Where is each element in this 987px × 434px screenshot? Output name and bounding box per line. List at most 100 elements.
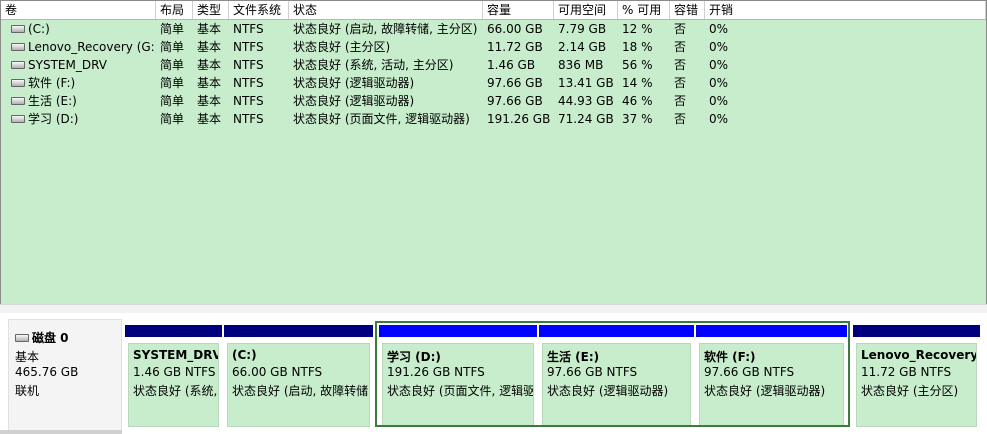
- volume-filesystem: NTFS: [233, 94, 264, 108]
- volume-percent-free: 46 %: [622, 94, 653, 108]
- volume-filesystem: NTFS: [233, 76, 264, 90]
- volume-capacity: 1.46 GB: [487, 58, 536, 72]
- horizontal-scrollbar[interactable]: [0, 430, 122, 434]
- partition-name: (C:): [232, 348, 257, 362]
- volume-name: 软件 (F:): [28, 76, 76, 90]
- partition-name: SYSTEM_DRV: [133, 348, 219, 362]
- volume-capacity: 97.66 GB: [487, 94, 543, 108]
- drive-icon: [11, 96, 25, 105]
- disk-icon: [15, 333, 29, 342]
- volume-capacity: 191.26 GB: [487, 112, 551, 126]
- volume-layout: 简单: [160, 40, 185, 54]
- volume-free-space: 13.41 GB: [558, 76, 614, 90]
- volume-filesystem: NTFS: [233, 22, 264, 36]
- volume-type: 基本: [197, 58, 222, 72]
- volume-status: 状态良好 (逻辑驱动器): [293, 94, 415, 108]
- column-header-free-space[interactable]: 可用空间: [554, 1, 618, 19]
- disk-label[interactable]: 磁盘 0 基本 465.76 GB 联机: [8, 319, 122, 431]
- volume-filesystem: NTFS: [233, 40, 264, 54]
- volume-status: 状态良好 (逻辑驱动器): [293, 76, 415, 90]
- column-header-overhead[interactable]: 开销: [705, 1, 986, 19]
- drive-icon: [11, 24, 25, 33]
- volume-layout: 简单: [160, 94, 185, 108]
- table-row[interactable]: 软件 (F:) 简单 基本 NTFS 状态良好 (逻辑驱动器) 97.66 GB…: [1, 74, 986, 92]
- volume-list: 卷 布局 类型 文件系统 状态 容量 可用空间 % 可用 容错 开销 (C:) …: [0, 0, 987, 305]
- volume-name: SYSTEM_DRV: [28, 58, 107, 72]
- partition-size: 11.72 GB NTFS: [861, 365, 952, 379]
- volume-filesystem: NTFS: [233, 58, 264, 72]
- volume-type: 基本: [197, 22, 222, 36]
- volume-percent-free: 14 %: [622, 76, 653, 90]
- volume-status: 状态良好 (主分区): [293, 40, 391, 54]
- table-row[interactable]: 学习 (D:) 简单 基本 NTFS 状态良好 (页面文件, 逻辑驱动器) 19…: [1, 110, 986, 128]
- volume-overhead: 0%: [709, 58, 729, 72]
- volume-fault-tolerance: 否: [674, 94, 687, 108]
- partition-c[interactable]: (C:) 66.00 GB NTFS 状态良好 (启动, 故障转储, 主分区): [224, 325, 373, 430]
- volume-overhead: 0%: [709, 112, 729, 126]
- column-header-percent-free[interactable]: % 可用: [618, 1, 670, 19]
- table-row[interactable]: SYSTEM_DRV 简单 基本 NTFS 状态良好 (系统, 活动, 主分区)…: [1, 56, 986, 74]
- partition-bar: [224, 325, 373, 337]
- volume-capacity: 66.00 GB: [487, 22, 543, 36]
- partition-status: 状态良好 (主分区): [861, 384, 959, 398]
- volume-fault-tolerance: 否: [674, 76, 687, 90]
- volume-free-space: 44.93 GB: [558, 94, 614, 108]
- disk-type: 基本: [15, 350, 40, 364]
- volume-layout: 简单: [160, 58, 185, 72]
- table-row[interactable]: 生活 (E:) 简单 基本 NTFS 状态良好 (逻辑驱动器) 97.66 GB…: [1, 92, 986, 110]
- volume-type: 基本: [197, 112, 222, 126]
- partition-status: 状态良好 (系统, 活动, 主分区): [133, 384, 218, 398]
- partition-bar: [125, 325, 222, 337]
- volume-status: 状态良好 (页面文件, 逻辑驱动器): [293, 112, 470, 126]
- volume-name: 学习 (D:): [28, 112, 79, 126]
- volume-name: 生活 (E:): [28, 94, 77, 108]
- volume-overhead: 0%: [709, 22, 729, 36]
- volume-overhead: 0%: [709, 40, 729, 54]
- disk-size: 465.76 GB: [15, 365, 79, 379]
- drive-icon: [11, 78, 25, 87]
- volume-free-space: 7.79 GB: [558, 22, 607, 36]
- partition-system-drv[interactable]: SYSTEM_DRV 1.46 GB NTFS 状态良好 (系统, 活动, 主分…: [125, 325, 222, 430]
- column-header-fault-tolerance[interactable]: 容错: [670, 1, 705, 19]
- volume-capacity: 11.72 GB: [487, 40, 543, 54]
- volume-layout: 简单: [160, 76, 185, 90]
- column-header-type[interactable]: 类型: [193, 1, 229, 19]
- volume-type: 基本: [197, 40, 222, 54]
- volume-fault-tolerance: 否: [674, 22, 687, 36]
- volume-layout: 简单: [160, 112, 185, 126]
- drive-icon: [11, 42, 25, 51]
- partition-lenovo-recovery[interactable]: Lenovo_Recovery 11.72 GB NTFS 状态良好 (主分区): [853, 325, 980, 430]
- column-header-status[interactable]: 状态: [289, 1, 483, 19]
- volume-percent-free: 18 %: [622, 40, 653, 54]
- volume-filesystem: NTFS: [233, 112, 264, 126]
- volume-free-space: 836 MB: [558, 58, 604, 72]
- partition-status: 状态良好 (启动, 故障转储, 主分区): [232, 384, 370, 398]
- column-header-layout[interactable]: 布局: [156, 1, 193, 19]
- volume-fault-tolerance: 否: [674, 112, 687, 126]
- column-header-filesystem[interactable]: 文件系统: [229, 1, 289, 19]
- partition-name: Lenovo_Recovery: [861, 348, 977, 362]
- drive-icon: [11, 60, 25, 69]
- volume-free-space: 71.24 GB: [558, 112, 614, 126]
- volume-free-space: 2.14 GB: [558, 40, 607, 54]
- volume-percent-free: 12 %: [622, 22, 653, 36]
- table-row[interactable]: Lenovo_Recovery (G:) 简单 基本 NTFS 状态良好 (主分…: [1, 38, 986, 56]
- volume-status: 状态良好 (启动, 故障转储, 主分区): [293, 22, 478, 36]
- volume-type: 基本: [197, 94, 222, 108]
- drive-icon: [11, 114, 25, 123]
- volume-name: (C:): [28, 22, 50, 36]
- partition-size: 1.46 GB NTFS: [133, 365, 216, 379]
- partition-bar: [853, 325, 980, 337]
- volume-capacity: 97.66 GB: [487, 76, 543, 90]
- volume-status: 状态良好 (系统, 活动, 主分区): [293, 58, 454, 72]
- table-row[interactable]: (C:) 简单 基本 NTFS 状态良好 (启动, 故障转储, 主分区) 66.…: [1, 20, 986, 38]
- volume-name: Lenovo_Recovery (G:): [28, 40, 156, 54]
- column-header-capacity[interactable]: 容量: [483, 1, 554, 19]
- column-header-volume[interactable]: 卷: [1, 1, 156, 19]
- volume-type: 基本: [197, 76, 222, 90]
- volume-percent-free: 56 %: [622, 58, 653, 72]
- disk-title: 磁盘 0: [32, 331, 69, 345]
- extended-partition-frame: [375, 321, 850, 427]
- volume-fault-tolerance: 否: [674, 58, 687, 72]
- partition-size: 66.00 GB NTFS: [232, 365, 323, 379]
